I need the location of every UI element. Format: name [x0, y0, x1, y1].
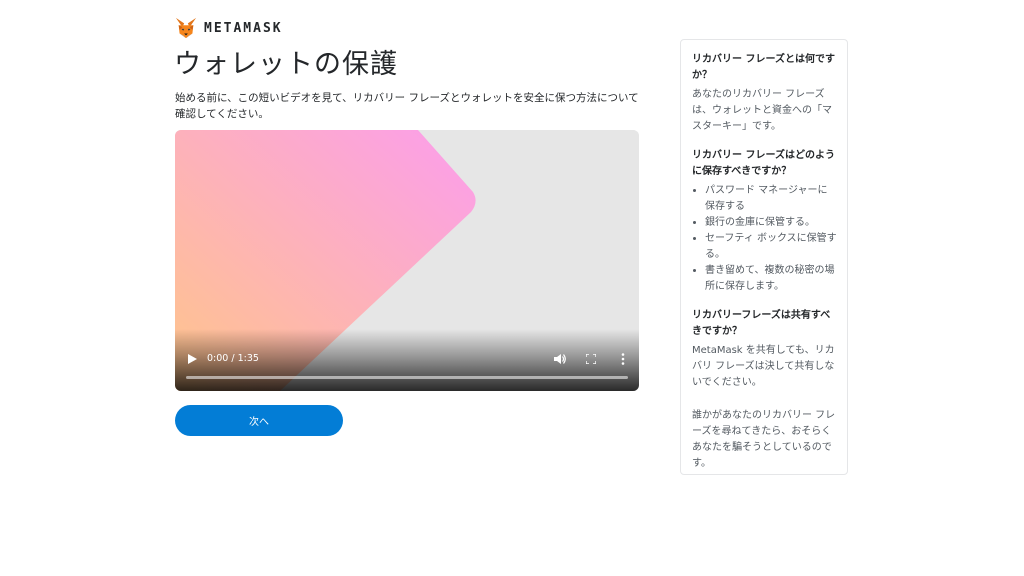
list-item: パスワード マネージャーに保存する	[705, 183, 837, 215]
more-options-icon[interactable]	[621, 353, 625, 365]
metamask-fox-icon	[175, 17, 197, 39]
faq-should-share: リカバリーフレーズは共有すべきですか？ MetaMask を共有しても、リカバリ…	[692, 308, 837, 472]
list-item: セーフティ ボックスに保管する。	[705, 231, 837, 263]
faq-question: リカバリーフレーズは共有すべきですか？	[692, 310, 831, 337]
storage-tips-list: パスワード マネージャーに保存する 銀行の金庫に保管する。 セーフティ ボックス…	[692, 183, 837, 295]
faq-question: リカバリー フレーズとは何ですか？	[692, 54, 835, 81]
list-item: 銀行の金庫に保管する。	[705, 215, 837, 231]
faq-answer: MetaMask を共有しても、リカバリ フレーズは決して共有しないでください。	[692, 345, 835, 388]
faq-how-to-store: リカバリー フレーズはどのように保存すべきですか？ パスワード マネージャーに保…	[692, 148, 837, 295]
next-button[interactable]: 次へ	[175, 405, 343, 436]
brand-name: METAMASK	[204, 20, 283, 36]
faq-warning: 誰かがあなたのリカバリー フレーズを尋ねてきたら、おそらくあなたを騙そうとしてい…	[692, 410, 836, 469]
faq-question: リカバリー フレーズはどのように保存すべきですか？	[692, 150, 835, 177]
video-time: 0:00 / 1:35	[207, 353, 259, 364]
faq-what-is: リカバリー フレーズとは何ですか？ あなたのリカバリー フレーズは、ウォレットと…	[692, 52, 837, 135]
video-player[interactable]: 0:00 / 1:35	[175, 130, 639, 391]
play-icon[interactable]	[187, 354, 197, 364]
list-item: 書き留めて、複数の秘密の場所に保存します。	[705, 263, 837, 295]
fullscreen-icon[interactable]	[586, 354, 596, 364]
volume-icon[interactable]	[554, 353, 566, 365]
page-title: ウォレットの保護	[174, 49, 398, 80]
info-sidebar: リカバリー フレーズとは何ですか？ あなたのリカバリー フレーズは、ウォレットと…	[680, 39, 848, 475]
brand-header: METAMASK	[175, 17, 283, 39]
intro-text: 始める前に、この短いビデオを見て、リカバリー フレーズとウォレットを安全に保つ方…	[175, 92, 639, 120]
video-progress-bar[interactable]	[186, 376, 628, 379]
faq-answer: あなたのリカバリー フレーズは、ウォレットと資金への「マスターキー」です。	[692, 89, 832, 132]
